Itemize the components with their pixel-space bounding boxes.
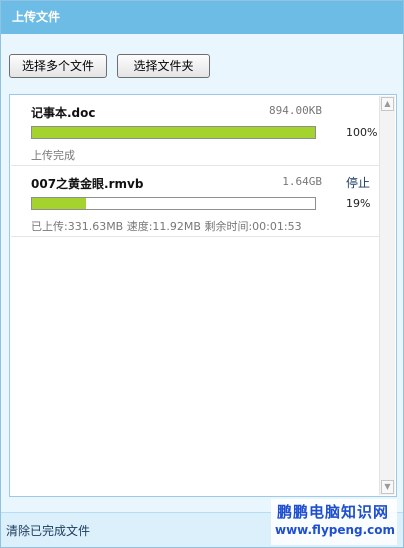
upload-item: 记事本.doc 894.00KB 100% 上传完成 [11, 96, 380, 166]
upload-window: 上传文件 选择多个文件 选择文件夹 记事本.doc 894.00KB 100% … [0, 0, 404, 548]
progress-fill [32, 127, 315, 138]
upload-item: 007之黄金眼.rmvb 1.64GB 停止 19% 已上传:331.63MB … [11, 167, 380, 237]
select-multiple-files-button[interactable]: 选择多个文件 [9, 54, 107, 78]
vertical-scrollbar[interactable]: ▲ ▼ [379, 96, 395, 495]
site-watermark: 鹏鹏电脑知识网 www.flypeng.com [271, 499, 397, 545]
watermark-url: www.flypeng.com [275, 523, 396, 537]
upload-status: 上传完成 [31, 149, 75, 162]
stop-upload-button[interactable]: 停止 [346, 174, 370, 191]
progress-percent: 19% [346, 197, 371, 210]
progress-bar [31, 126, 316, 139]
clear-completed-link[interactable]: 清除已完成文件 [6, 522, 90, 539]
progress-fill [32, 198, 86, 209]
scroll-down-arrow-icon[interactable]: ▼ [381, 480, 394, 494]
file-size: 894.00KB [269, 104, 322, 117]
scroll-up-arrow-icon[interactable]: ▲ [381, 97, 394, 111]
select-folder-button[interactable]: 选择文件夹 [117, 54, 210, 78]
window-title: 上传文件 [1, 1, 403, 34]
upload-status: 已上传:331.63MB 速度:11.92MB 剩余时间:00:01:53 [31, 220, 302, 233]
progress-bar [31, 197, 316, 210]
watermark-title: 鹏鹏电脑知识网 [277, 503, 390, 521]
file-name: 007之黄金眼.rmvb [31, 177, 144, 191]
file-name: 记事本.doc [31, 106, 96, 120]
file-size: 1.64GB [282, 175, 322, 188]
upload-list: 记事本.doc 894.00KB 100% 上传完成 007之黄金眼.rmvb … [9, 94, 397, 497]
progress-percent: 100% [346, 126, 378, 139]
